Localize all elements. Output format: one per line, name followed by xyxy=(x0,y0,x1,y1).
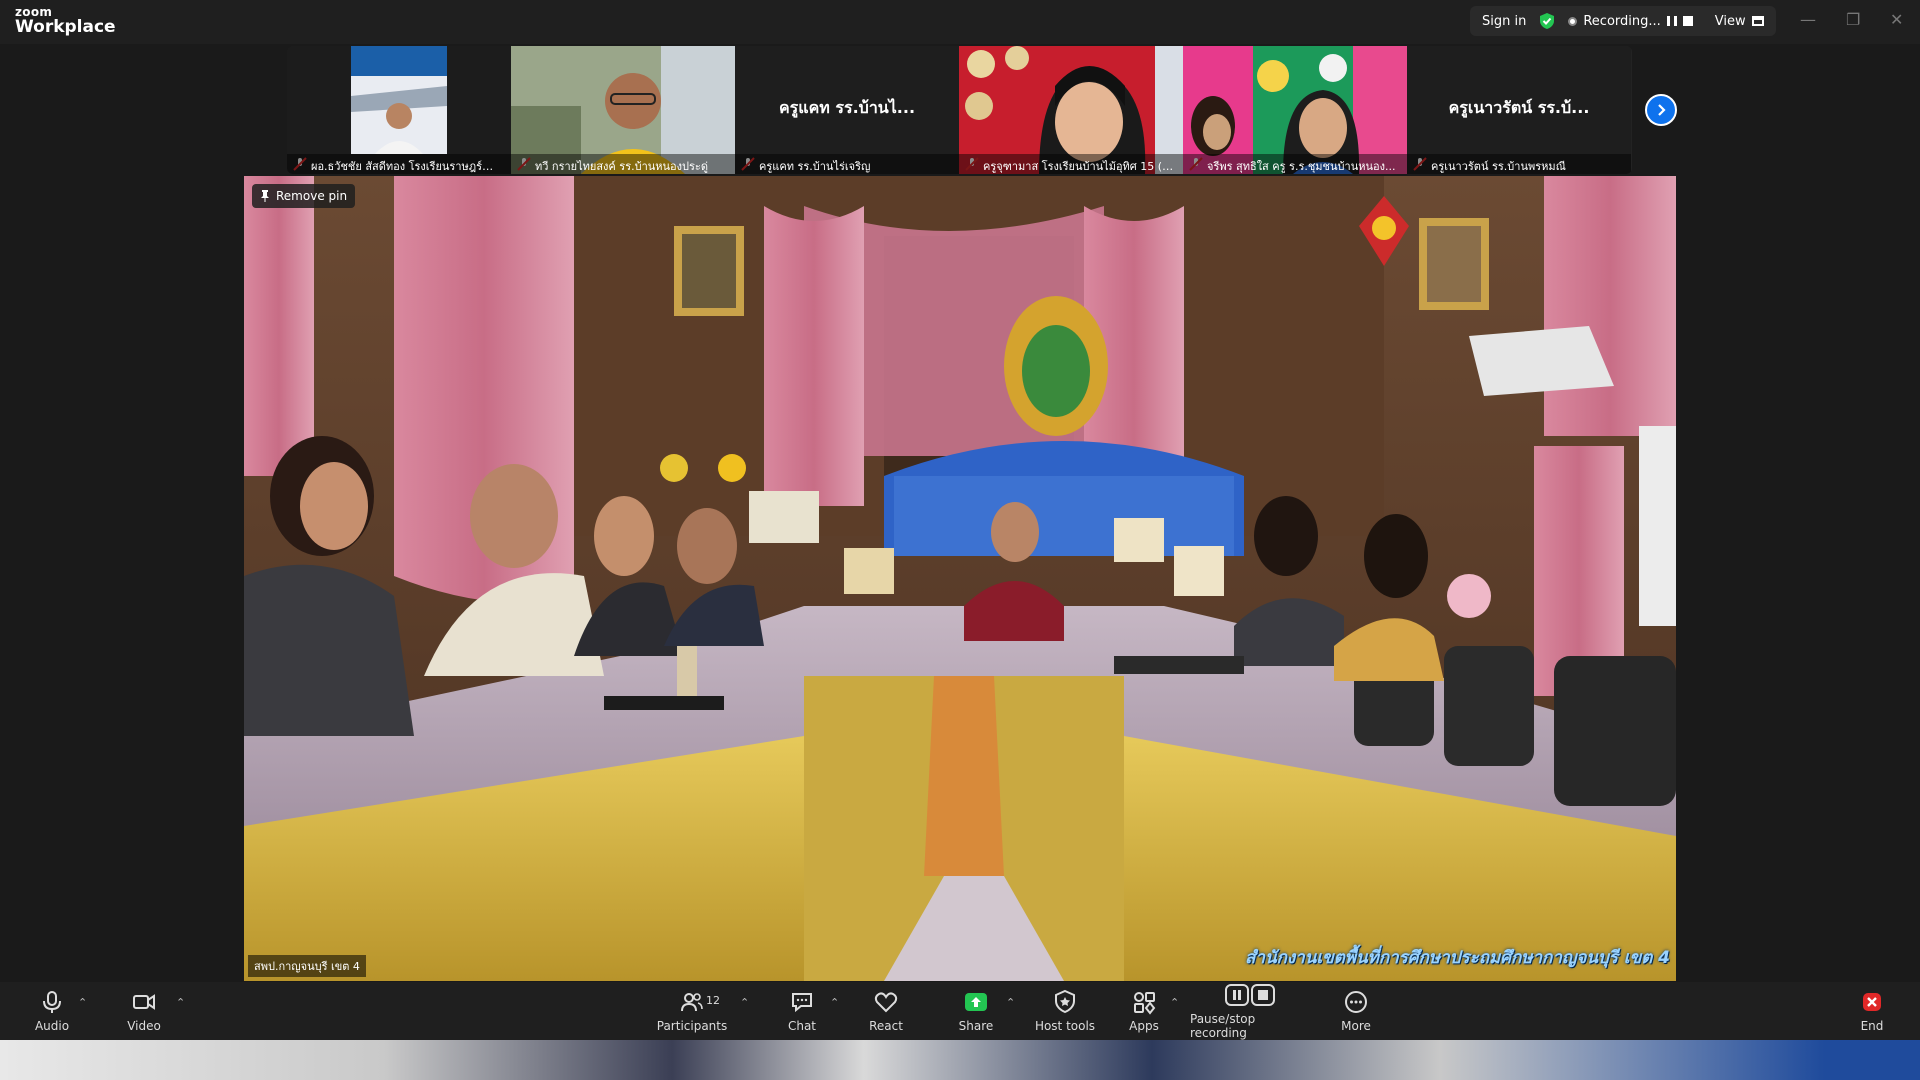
participant-name: ครูจุฑามาส โรงเรียนบ้านไม้อุทิศ 15 (บ้า.… xyxy=(959,154,1183,174)
react-button[interactable]: React xyxy=(864,982,908,1040)
chat-options-caret-icon[interactable]: ⌃ xyxy=(830,996,839,1009)
participant-tile[interactable]: ทวี กรายไทยสงค์ รร.บ้านหนองประดู่ xyxy=(511,46,735,174)
apps-label: Apps xyxy=(1129,1019,1159,1033)
chat-button[interactable]: Chat xyxy=(780,982,824,1040)
share-screen-icon xyxy=(965,993,987,1011)
video-options-caret-icon[interactable]: ⌃ xyxy=(176,996,185,1009)
video-camera-icon xyxy=(133,994,155,1010)
maximize-icon[interactable]: ❐ xyxy=(1846,10,1860,29)
apps-button[interactable]: Apps xyxy=(1122,982,1166,1040)
video-caption: สำนักงานเขตพื้นที่การศึกษาประถมศึกษากาญจ… xyxy=(1245,948,1670,968)
brand-large: Workplace xyxy=(15,17,116,37)
recording-indicator: Recording... xyxy=(1568,13,1693,29)
chevron-right-icon xyxy=(1658,104,1666,116)
view-button[interactable]: View xyxy=(1715,14,1764,29)
participant-display-name: ครูแคท รร.บ้านไ... xyxy=(778,98,916,117)
close-icon[interactable]: ✕ xyxy=(1890,10,1903,29)
grid-view-icon xyxy=(1751,16,1764,26)
meeting-room-video xyxy=(244,176,1676,981)
encryption-shield-icon[interactable] xyxy=(1538,12,1556,30)
participants-options-caret-icon[interactable]: ⌃ xyxy=(740,996,749,1009)
pin-icon xyxy=(261,190,269,202)
recording-dot-icon xyxy=(1568,16,1578,26)
stop-recording-icon[interactable] xyxy=(1682,16,1693,26)
next-page-button[interactable] xyxy=(1645,94,1677,126)
pause-stop-recording-icon xyxy=(1225,984,1275,1006)
title-bar: zoom Workplace Sign in Recording... View… xyxy=(0,0,1920,44)
heart-icon xyxy=(874,992,898,1013)
zoom-logo: zoom Workplace xyxy=(15,6,116,36)
participant-tile[interactable]: ครูเนาวรัตน์ รร.บ้... ครูเนาวรัตน์ รร.บ้… xyxy=(1407,46,1631,174)
share-options-caret-icon[interactable]: ⌃ xyxy=(1006,996,1015,1009)
microphone-icon xyxy=(43,991,61,1013)
participant-name: ผอ.ธวัชชัย สัสดีทอง โรงเรียนราษฎร์บำ... xyxy=(287,154,511,174)
meeting-toolbar: Audio ⌃ Video ⌃ Participants 12 ⌃ Chat ⌃… xyxy=(0,982,1920,1040)
top-right-controls: Sign in Recording... View xyxy=(1470,6,1776,36)
participant-tile[interactable]: ครูแคท รร.บ้านไ... ครูแคท รร.บ้านไร่เจริ… xyxy=(735,46,959,174)
participant-thumbnail-strip: ผอ.ธวัชชัย สัสดีทอง โรงเรียนราษฎร์บำ... … xyxy=(287,46,1632,174)
pinned-video[interactable]: Remove pin สพป.กาญจนบุรี เขต 4 สำนักงานเ… xyxy=(244,176,1676,981)
participant-name: ครูแคท รร.บ้านไร่เจริญ xyxy=(735,154,959,174)
video-label: Video xyxy=(127,1019,161,1033)
recording-label: Recording... xyxy=(1583,13,1661,29)
participant-name: ครูเนาวรัตน์ รร.บ้านพรหมณี xyxy=(1407,154,1631,174)
participant-tile[interactable]: จรีพร สุทธิใส ครู ร.ร.ชุมชนบ้านหนอง... xyxy=(1183,46,1407,174)
audio-options-caret-icon[interactable]: ⌃ xyxy=(78,996,87,1009)
background-desktop-strip xyxy=(0,1040,1920,1080)
chat-bubble-icon xyxy=(792,993,812,1013)
speaker-name-label: สพป.กาญจนบุรี เขต 4 xyxy=(248,955,366,977)
more-label: More xyxy=(1341,1019,1371,1033)
view-label: View xyxy=(1714,13,1746,29)
host-tools-button[interactable]: Host tools xyxy=(1034,982,1096,1040)
participants-label: Participants xyxy=(656,1019,728,1033)
participant-tile[interactable]: ครูจุฑามาส โรงเรียนบ้านไม้อุทิศ 15 (บ้า.… xyxy=(959,46,1183,174)
participants-button[interactable]: Participants xyxy=(655,982,729,1040)
end-meeting-button[interactable]: End xyxy=(1850,982,1894,1040)
remove-pin-label: Remove pin xyxy=(276,189,348,203)
share-label: Share xyxy=(958,1019,994,1033)
audio-button[interactable]: Audio xyxy=(30,982,74,1040)
participant-name: จรีพร สุทธิใส ครู ร.ร.ชุมชนบ้านหนอง... xyxy=(1183,154,1407,174)
apps-icon xyxy=(1134,992,1156,1015)
remove-pin-button[interactable]: Remove pin xyxy=(252,184,356,208)
minimize-icon[interactable]: — xyxy=(1800,10,1816,29)
more-options-icon xyxy=(1345,991,1367,1013)
participant-display-name: ครูเนาวรัตน์ รร.บ้... xyxy=(1448,98,1590,117)
share-button[interactable]: Share xyxy=(954,982,998,1040)
video-button[interactable]: Video xyxy=(122,982,166,1040)
chat-label: Chat xyxy=(787,1019,817,1033)
participants-icon xyxy=(681,993,703,1012)
pause-recording-icon[interactable] xyxy=(1666,16,1677,26)
host-shield-icon xyxy=(1055,989,1075,1014)
participant-name: ทวี กรายไทยสงค์ รร.บ้านหนองประดู่ xyxy=(511,154,735,174)
host-tools-label: Host tools xyxy=(1034,1019,1096,1033)
pause-stop-recording-label: Pause/stop recording xyxy=(1190,1012,1256,1040)
end-label: End xyxy=(1860,1019,1884,1033)
sign-in-button[interactable]: Sign in xyxy=(1482,14,1526,29)
react-label: React xyxy=(869,1019,903,1033)
pause-stop-recording-button[interactable]: Pause/stop recording xyxy=(1190,982,1310,1040)
audio-label: Audio xyxy=(34,1019,70,1033)
end-call-icon xyxy=(1863,993,1881,1011)
participant-tile[interactable]: ผอ.ธวัชชัย สัสดีทอง โรงเรียนราษฎร์บำ... xyxy=(287,46,511,174)
participants-count-badge: 12 xyxy=(706,994,720,1007)
more-button[interactable]: More xyxy=(1334,982,1378,1040)
apps-options-caret-icon[interactable]: ⌃ xyxy=(1170,996,1179,1009)
